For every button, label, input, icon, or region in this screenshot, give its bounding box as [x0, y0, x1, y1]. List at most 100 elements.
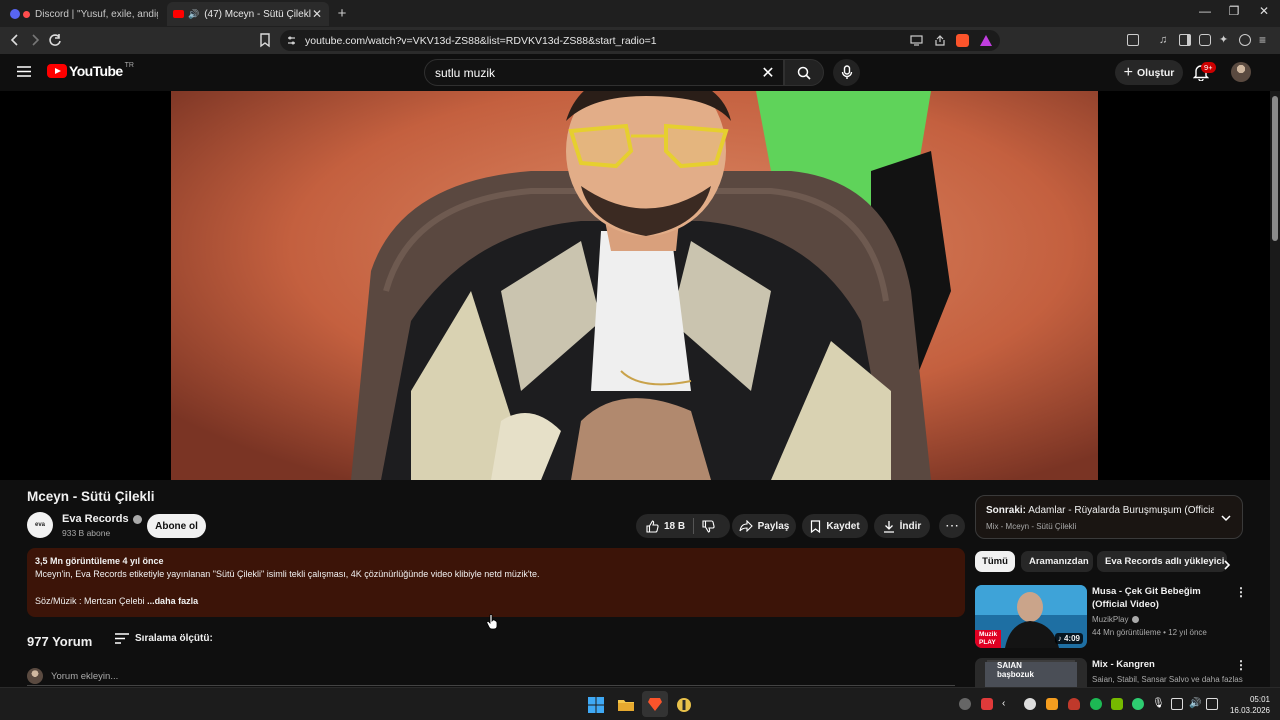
recommended-title[interactable]: Mix - Kangren — [1092, 658, 1227, 671]
recommended-video-2[interactable]: SAIAN başbozuk Mix - Kangren Saian, Stabi… — [975, 658, 1243, 687]
recommended-channel[interactable]: MuzikPlay — [1092, 615, 1140, 624]
sidebar-icon[interactable] — [1179, 34, 1191, 46]
like-divider — [693, 518, 695, 534]
search-query: sutlu muzik — [435, 65, 496, 80]
share-page-icon[interactable] — [934, 35, 946, 46]
video-frame[interactable] — [171, 91, 1098, 480]
more-options-icon[interactable]: ⋮ — [1235, 585, 1247, 599]
taskbar-clock[interactable]: 05:01 16.03.2026 — [1226, 694, 1270, 716]
back-icon[interactable] — [6, 31, 24, 49]
close-tab-icon[interactable]: ✕ — [311, 7, 323, 21]
tray-app-icon[interactable] — [1090, 698, 1102, 710]
share-button[interactable]: Paylaş — [732, 514, 796, 538]
restore-button[interactable]: ❐ — [1224, 4, 1244, 18]
screenshot-icon[interactable] — [1127, 34, 1139, 46]
recommended-title[interactable]: Musa - Çek Git Bebeğim (Official Video) — [1092, 585, 1227, 611]
logo-text: YouTube — [69, 63, 123, 79]
brave-browser-icon — [648, 698, 662, 711]
file-explorer-icon[interactable] — [618, 697, 634, 713]
search-input[interactable]: sutlu muzik ✕ — [424, 59, 784, 86]
chip-uploader[interactable]: Eva Records adlı yükleyici — [1097, 551, 1227, 572]
show-more-link[interactable]: ...daha fazla — [147, 596, 198, 606]
video-player[interactable] — [0, 91, 1270, 480]
description-box[interactable]: 3,5 Mn görüntüleme 4 yıl önce Mceyn'in, … — [27, 548, 965, 617]
tray-steam-icon[interactable] — [959, 698, 971, 710]
search-icon — [797, 66, 811, 80]
reload-icon[interactable] — [46, 31, 64, 49]
create-button[interactable]: + Oluştur — [1115, 60, 1183, 85]
vpn-icon[interactable] — [1239, 34, 1251, 46]
share-label: Paylaş — [757, 520, 790, 532]
cast-icon[interactable] — [910, 35, 923, 46]
save-label: Kaydet — [826, 520, 860, 532]
music-icon[interactable]: ♫ — [1159, 34, 1171, 46]
tray-mic-icon[interactable]: 🎙 — [1152, 698, 1165, 710]
download-icon — [883, 520, 894, 533]
windows-start-icon[interactable] — [588, 697, 604, 713]
video-thumbnail[interactable]: Muzik PLAY ♪ 4:09 — [975, 585, 1087, 648]
tray-arrow-icon[interactable]: ‹ — [1002, 698, 1014, 710]
forward-icon[interactable] — [26, 31, 44, 49]
clear-search-icon[interactable]: ✕ — [753, 63, 783, 83]
scrollbar-thumb[interactable] — [1272, 96, 1278, 241]
tray-app-icon[interactable] — [1046, 698, 1058, 710]
subscribe-button[interactable]: Abone ol — [147, 514, 206, 538]
close-window-button[interactable]: ✕ — [1254, 4, 1274, 18]
chevron-down-icon[interactable] — [1220, 512, 1232, 524]
url-text: youtube.com/watch?v=VKV13d-ZS88&list=RDV… — [305, 34, 657, 47]
voice-search-button[interactable] — [833, 59, 860, 86]
tray-app-icon[interactable] — [1068, 698, 1080, 710]
wallet-icon[interactable] — [1199, 34, 1211, 46]
more-options-icon[interactable]: ⋮ — [1235, 658, 1243, 672]
tab-youtube[interactable]: 🔊 (47) Mceyn - Sütü Çilekli - Yo ✕ — [167, 2, 329, 26]
app-icon[interactable] — [676, 697, 692, 713]
bookmark-icon[interactable] — [256, 31, 274, 49]
up-next-playlist-box[interactable]: Sonraki: Adamlar - Rüyalarda Buruşmuşum … — [975, 495, 1243, 539]
minimize-button[interactable]: — — [1195, 4, 1215, 18]
site-settings-icon[interactable] — [286, 35, 297, 46]
new-tab-button[interactable]: + — [334, 5, 350, 22]
account-avatar[interactable] — [1231, 62, 1251, 82]
comment-count: 977 Yorum — [27, 634, 93, 649]
tray-app-icon[interactable] — [1132, 698, 1144, 710]
channel-avatar[interactable]: eva — [27, 512, 53, 538]
tray-app-icon[interactable] — [1024, 698, 1036, 710]
sort-comments-button[interactable]: Sıralama ölçütü: — [115, 633, 213, 644]
tray-app-icon[interactable] — [981, 698, 993, 710]
like-button[interactable]: 18 B — [646, 519, 686, 533]
subscriber-count: 933 B abone — [62, 528, 111, 538]
download-button[interactable]: İndir — [874, 514, 930, 538]
badge-bottom: PLAY — [979, 639, 996, 646]
tray-nvidia-icon[interactable] — [1111, 698, 1123, 710]
chevron-right-icon[interactable] — [1221, 559, 1233, 571]
recommended-video-1[interactable]: Muzik PLAY ♪ 4:09 Musa - Çek Git Bebeğim … — [975, 585, 1247, 651]
duration-badge: ♪ 4:09 — [1054, 633, 1083, 644]
taskbar-brave-active[interactable] — [642, 691, 668, 717]
brave-shields-icon[interactable] — [956, 34, 969, 47]
tray-volume-icon[interactable]: 🔊 — [1189, 698, 1201, 710]
address-bar[interactable]: youtube.com/watch?v=VKV13d-ZS88&list=RDV… — [280, 30, 1000, 51]
mix-thumbnail[interactable]: SAIAN başbozuk — [975, 658, 1087, 687]
country-code: TR — [124, 61, 134, 69]
up-next-prefix: Sonraki: — [986, 505, 1027, 516]
thumb-text-2: başbozuk — [997, 670, 1034, 679]
like-count: 18 B — [663, 520, 686, 532]
chip-from-search[interactable]: Aramanızdan — [1021, 551, 1093, 572]
menu-icon[interactable]: ≡ — [1259, 34, 1271, 46]
leo-ai-icon[interactable]: ✦ — [1219, 34, 1231, 46]
youtube-logo[interactable]: YouTube TR — [47, 61, 134, 79]
dislike-button[interactable] — [702, 519, 715, 533]
channel-name-link[interactable]: Eva Records — [62, 513, 142, 525]
speaker-icon[interactable]: 🔊 — [188, 9, 199, 20]
hamburger-menu-icon[interactable] — [17, 66, 31, 77]
tray-network-icon[interactable] — [1171, 698, 1183, 710]
add-comment-field[interactable]: Yorum ekleyin... — [27, 667, 955, 686]
chip-all[interactable]: Tümü — [975, 551, 1015, 572]
save-button[interactable]: Kaydet — [802, 514, 868, 538]
brave-rewards-icon[interactable] — [980, 35, 992, 46]
tray-battery-icon[interactable] — [1206, 698, 1218, 710]
more-actions-icon[interactable]: ⋯ — [939, 514, 965, 538]
tab-discord[interactable]: Discord | "Yusuf, exile, andigya, A — [4, 2, 164, 26]
description-text: Mceyn'in, Eva Records etiketiyle yayınla… — [35, 569, 540, 579]
search-button[interactable] — [784, 59, 824, 86]
